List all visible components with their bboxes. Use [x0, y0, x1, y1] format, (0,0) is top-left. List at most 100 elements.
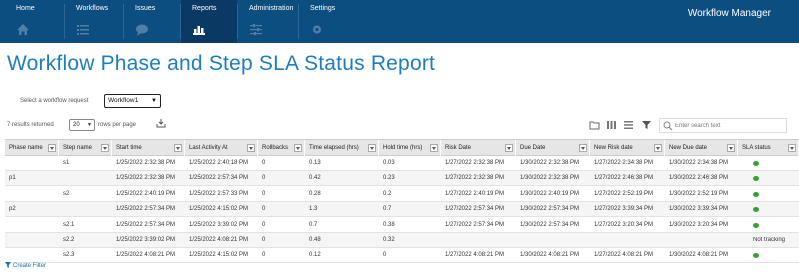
- column-header-label: Start time: [116, 145, 142, 151]
- nav-item-administration[interactable]: Administration: [238, 0, 298, 43]
- column-filter-icon[interactable]: [368, 144, 376, 152]
- table-cell: 0: [262, 206, 266, 213]
- column-filter-icon[interactable]: [294, 144, 302, 152]
- column-header[interactable]: Phase name: [5, 140, 59, 156]
- column-filter-icon[interactable]: [505, 144, 513, 152]
- page-size-value: 20: [73, 122, 80, 128]
- table-cell: 0.03: [383, 160, 395, 166]
- column-filter-icon[interactable]: [48, 144, 56, 152]
- column-header[interactable]: Start time: [112, 140, 185, 156]
- column-filter-icon[interactable]: [430, 144, 438, 152]
- nav-item-label: Reports: [192, 5, 217, 12]
- table-cell: 1/30/2022 2:46:38 PM: [669, 175, 729, 182]
- table-cell: 0.13: [309, 160, 321, 166]
- nav-item-reports[interactable]: Reports: [181, 0, 237, 43]
- table-cell: 1/30/2022 2:57:34 PM: [520, 221, 580, 228]
- home-icon: [17, 24, 29, 35]
- search-input[interactable]: [675, 120, 785, 132]
- nav-item-workflows[interactable]: Workflows: [65, 0, 123, 43]
- table-cell: p2: [9, 206, 16, 213]
- table-cell: s2.1: [63, 221, 75, 228]
- table-cell: 1/27/2022 2:57:34 PM: [445, 206, 505, 213]
- table-cell: 1/27/2022 4:08:21 PM: [445, 252, 505, 259]
- column-filter-icon[interactable]: [101, 144, 109, 152]
- table-cell: 1/27/2022 2:57:34 PM: [445, 221, 505, 228]
- table-cell: 1/27/2022 2:32:38 PM: [445, 175, 505, 182]
- table-cell: 1/25/2022 3:39:02 PM: [189, 221, 249, 228]
- column-header-label: Rollbacks: [262, 145, 289, 151]
- column-filter-icon[interactable]: [654, 144, 662, 152]
- table-cell: 1/27/2022 3:20:34 PM: [594, 221, 654, 228]
- column-header[interactable]: Due Date: [516, 140, 590, 156]
- table-cell: 1/25/2022 2:57:33 PM: [189, 190, 249, 197]
- filter-icon[interactable]: [641, 120, 652, 130]
- table-row[interactable]: s2 1/25/2022 2:40:19 PM 1/25/2022 2:57:33 …: [5, 187, 799, 202]
- nav-item-issues[interactable]: Issues: [124, 0, 180, 43]
- column-header[interactable]: New Due date: [665, 140, 738, 156]
- table-cell: 1/27/2022 3:39:34 PM: [594, 206, 654, 213]
- table-cell: 1/25/2022 2:32:38 PM: [116, 175, 176, 182]
- column-header[interactable]: Step name: [59, 140, 112, 156]
- workflow-select-label: Select a workflow request: [20, 98, 89, 104]
- table-cell: s2.3: [63, 252, 75, 259]
- rows-icon[interactable]: [623, 120, 634, 130]
- table-cell: 0: [262, 175, 266, 182]
- table-cell: 1/27/2022 2:34:38 PM: [594, 160, 654, 166]
- folder-icon[interactable]: [589, 120, 600, 130]
- column-header[interactable]: Risk Date: [441, 140, 516, 156]
- nav-item-label: Settings: [310, 5, 336, 12]
- table-cell: 0.12: [309, 252, 321, 259]
- table-row[interactable]: p2 1/25/2022 2:57:34 PM 1/25/2022 4:15:02 …: [5, 202, 799, 218]
- table-cell: 1/25/2022 2:57:34 PM: [116, 206, 176, 213]
- column-header-label: Risk Date: [445, 145, 472, 151]
- nav-item-home[interactable]: Home: [5, 0, 63, 43]
- table-cell: 0.28: [309, 190, 321, 197]
- column-filter-icon[interactable]: [174, 144, 182, 152]
- table-cell: 0: [383, 252, 387, 259]
- table-row[interactable]: s2.2 1/25/2022 3:39:02 PM 1/25/2022 4:08:2…: [5, 233, 799, 248]
- create-filter-label: Create Filter: [13, 263, 47, 269]
- column-header[interactable]: Rollbacks: [258, 140, 305, 156]
- table-row[interactable]: p1 1/25/2022 2:32:38 PM 1/25/2022 2:57:34 …: [5, 171, 799, 187]
- column-header-label: SLA status: [742, 145, 771, 151]
- create-filter-link[interactable]: Create Filter: [5, 262, 46, 269]
- workflow-select[interactable]: Workflow1 ▼: [104, 94, 161, 108]
- table-cell: 0.42: [309, 175, 321, 182]
- column-filter-icon[interactable]: [247, 144, 255, 152]
- nav-item-settings[interactable]: Settings: [299, 0, 357, 43]
- table-cell: 1/30/2022 2:40:19 PM: [520, 190, 580, 197]
- table-cell: 1/30/2022 2:32:38 PM: [520, 160, 580, 166]
- column-filter-icon[interactable]: [727, 144, 735, 152]
- page-size-select[interactable]: 20 ▼: [69, 119, 95, 131]
- sla-status-indicator: [753, 207, 759, 213]
- column-filter-icon[interactable]: [579, 144, 587, 152]
- table-cell: 0: [262, 221, 266, 228]
- search-box[interactable]: [659, 118, 787, 133]
- search-icon: [663, 121, 673, 131]
- table-cell: 0.2: [383, 190, 392, 197]
- table-row[interactable]: s2.1 1/25/2022 2:57:34 PM 1/25/2022 3:39:0…: [5, 218, 799, 233]
- table-cell: s1: [63, 160, 70, 166]
- chat-bubble-icon: [136, 24, 148, 36]
- table-cell: 1/25/2022 4:15:02 PM: [189, 252, 249, 259]
- table-cell: 1/25/2022 4:08:21 PM: [116, 252, 176, 259]
- sla-status-indicator: [753, 222, 759, 228]
- column-header[interactable]: Time elapsed (hrs): [305, 140, 379, 156]
- column-header[interactable]: New Risk date: [590, 140, 665, 156]
- column-header-label: Phase name: [9, 145, 43, 151]
- columns-icon[interactable]: [606, 120, 617, 130]
- table-row[interactable]: s1 1/25/2022 2:32:38 PM 1/25/2022 2:40:18 …: [5, 156, 799, 171]
- export-icon[interactable]: [156, 118, 166, 128]
- gear-icon: [313, 25, 321, 34]
- app-title: Workflow Manager: [687, 8, 771, 19]
- column-filter-icon[interactable]: [788, 144, 796, 152]
- column-header[interactable]: SLA status: [738, 140, 799, 156]
- table-cell: 1/30/2022 2:57:34 PM: [520, 206, 580, 213]
- column-header[interactable]: Last Activity At: [185, 140, 258, 156]
- table-cell: 1/30/2022 4:08:21 PM: [520, 252, 580, 259]
- table-cell: 1/30/2022 2:34:38 PM: [669, 160, 729, 166]
- column-header[interactable]: Hold time (hrs): [379, 140, 441, 156]
- table-row[interactable]: s2.3 1/25/2022 4:08:21 PM 1/25/2022 4:15:0…: [5, 248, 799, 264]
- table-cell: 0: [262, 190, 266, 197]
- table-cell: 1/25/2022 4:08:21 PM: [189, 237, 249, 243]
